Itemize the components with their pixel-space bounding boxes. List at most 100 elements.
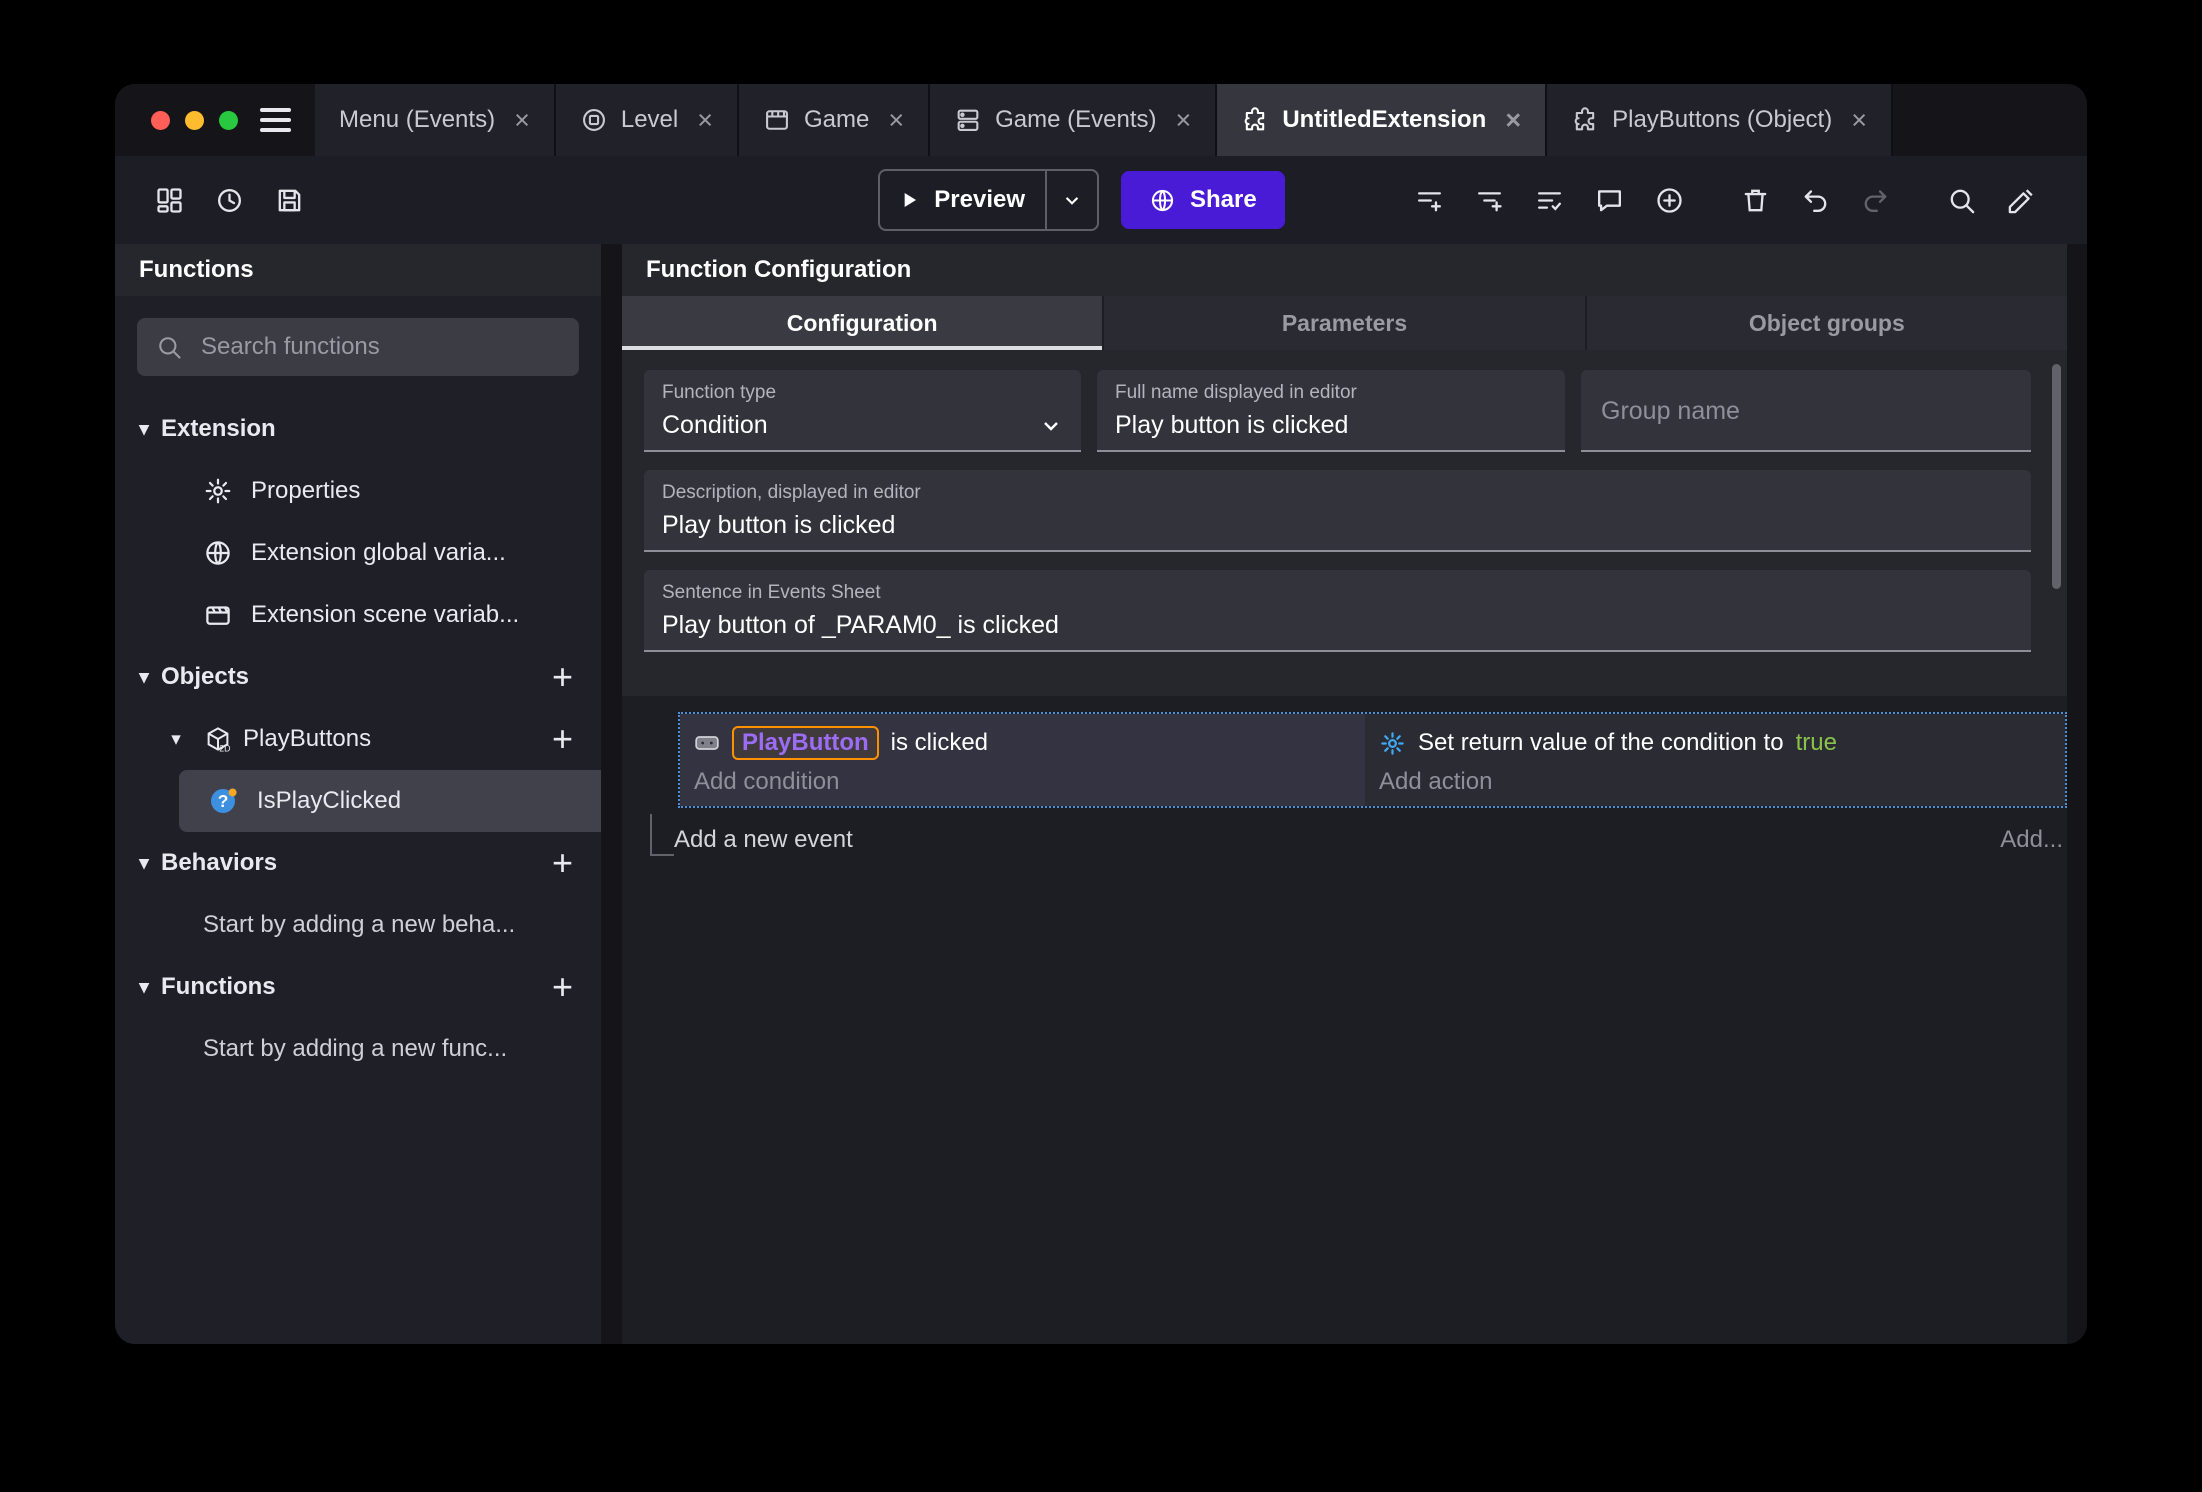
tree-section-objects[interactable]: ▾ Objects + bbox=[115, 646, 601, 708]
search-icon[interactable] bbox=[1937, 176, 1985, 224]
tab-untitled-extension[interactable]: UntitledExtension × bbox=[1217, 84, 1548, 156]
svg-text:?: ? bbox=[218, 791, 229, 811]
tab-object-groups[interactable]: Object groups bbox=[1586, 296, 2067, 350]
tree-section-behaviors[interactable]: ▾ Behaviors + bbox=[115, 832, 601, 894]
close-tab-icon[interactable]: × bbox=[1851, 105, 1867, 136]
functions-tree: ▾ Extension Properties Extension global … bbox=[115, 388, 601, 1344]
tab-configuration[interactable]: Configuration bbox=[622, 296, 1105, 350]
field-value: Play button is clicked bbox=[662, 511, 896, 539]
tab-level[interactable]: Level × bbox=[555, 84, 739, 156]
play-icon bbox=[896, 187, 922, 213]
group-name-field[interactable] bbox=[1581, 370, 2031, 452]
actions-column[interactable]: Set return value of the condition to tru… bbox=[1365, 714, 2065, 806]
main-menu-icon[interactable] bbox=[260, 84, 315, 156]
tab-parameters[interactable]: Parameters bbox=[1104, 296, 1587, 350]
condition-text: is clicked bbox=[890, 729, 989, 756]
tree-item-isplayclicked[interactable]: ? IsPlayClicked bbox=[179, 770, 601, 832]
field-value: Play button of _PARAM0_ is clicked bbox=[662, 611, 1059, 639]
close-window-button[interactable] bbox=[151, 110, 170, 130]
tab-label: Game bbox=[804, 106, 870, 133]
add-behavior-button[interactable]: + bbox=[552, 845, 573, 881]
item-label: IsPlayClicked bbox=[257, 787, 402, 814]
share-button[interactable]: Share bbox=[1121, 171, 1285, 229]
add-event-icon[interactable] bbox=[1405, 176, 1453, 224]
configuration-form: Function type Condition Full name displa… bbox=[622, 350, 2067, 696]
close-tab-icon[interactable]: × bbox=[514, 105, 530, 136]
project-manager-icon[interactable] bbox=[145, 176, 193, 224]
tree-section-functions[interactable]: ▾ Functions + bbox=[115, 956, 601, 1018]
condition-object-chip[interactable]: PlayButton bbox=[732, 726, 879, 760]
caret-down-icon[interactable]: ▾ bbox=[159, 728, 193, 751]
field-value: Play button is clicked bbox=[1115, 411, 1349, 439]
add-other-events-icon[interactable] bbox=[1525, 176, 1573, 224]
conditions-column[interactable]: PlayButton is clicked Add condition bbox=[680, 714, 1365, 806]
condition-question-icon: ? bbox=[207, 785, 239, 817]
tree-item-playbuttons[interactable]: ▾ 2D PlayButtons + bbox=[115, 708, 601, 770]
chevron-down-icon[interactable] bbox=[1047, 187, 1097, 213]
preview-button[interactable]: Preview bbox=[878, 169, 1100, 231]
globe-icon bbox=[1149, 187, 1176, 214]
field-value: Condition bbox=[662, 411, 768, 439]
action-text: Set return value of the condition to bbox=[1418, 729, 1784, 756]
add-circle-icon[interactable] bbox=[1645, 176, 1693, 224]
tab-game-events[interactable]: Game (Events) × bbox=[930, 84, 1218, 156]
edit-icon[interactable] bbox=[1997, 176, 2045, 224]
caret-down-icon[interactable]: ▾ bbox=[127, 666, 161, 689]
toolbar-right-icons bbox=[1405, 176, 2057, 224]
tab-label: Level bbox=[620, 106, 679, 133]
field-label: Description, displayed in editor bbox=[662, 482, 921, 503]
add-function-button[interactable]: + bbox=[552, 969, 573, 1005]
add-more-button[interactable]: Add... bbox=[2000, 826, 2063, 854]
tree-item-global-variables[interactable]: Extension global varia... bbox=[115, 522, 601, 584]
film-icon bbox=[763, 106, 791, 134]
close-tab-icon[interactable]: × bbox=[697, 105, 713, 136]
undo-icon[interactable] bbox=[1791, 176, 1839, 224]
search-icon bbox=[155, 333, 183, 361]
tree-section-extension[interactable]: ▾ Extension bbox=[115, 398, 601, 460]
history-icon[interactable] bbox=[205, 176, 253, 224]
scene-variable-icon bbox=[203, 600, 233, 630]
add-subevent-icon[interactable] bbox=[1465, 176, 1513, 224]
search-input[interactable] bbox=[199, 332, 561, 362]
add-new-event-button[interactable]: Add a new event bbox=[674, 826, 853, 854]
close-tab-icon[interactable]: × bbox=[1176, 105, 1192, 136]
group-name-input[interactable] bbox=[1599, 395, 2013, 427]
sentence-field[interactable]: Sentence in Events Sheet Play button of … bbox=[644, 570, 2031, 652]
tree-item-properties[interactable]: Properties bbox=[115, 460, 601, 522]
description-field[interactable]: Description, displayed in editor Play bu… bbox=[644, 470, 2031, 552]
save-icon[interactable] bbox=[265, 176, 313, 224]
close-tab-icon[interactable]: × bbox=[1505, 105, 1521, 136]
close-tab-icon[interactable]: × bbox=[888, 105, 904, 136]
zoom-window-button[interactable] bbox=[219, 110, 238, 130]
comment-icon[interactable] bbox=[1585, 176, 1633, 224]
tab-playbuttons-object[interactable]: PlayButtons (Object) × bbox=[1547, 84, 1893, 156]
configuration-tabs: Configuration Parameters Object groups bbox=[622, 296, 2067, 350]
event-row[interactable]: PlayButton is clicked Add condition Set … bbox=[678, 712, 2067, 808]
events-sheet: PlayButton is clicked Add condition Set … bbox=[622, 696, 2067, 1344]
chevron-down-icon bbox=[1039, 414, 1063, 438]
section-label: Functions bbox=[161, 973, 276, 1000]
minimize-window-button[interactable] bbox=[185, 110, 204, 130]
panel-title: Function Configuration bbox=[622, 244, 2067, 296]
tree-item-scene-variables[interactable]: Extension scene variab... bbox=[115, 584, 601, 646]
add-object-function-button[interactable]: + bbox=[552, 721, 573, 757]
share-label: Share bbox=[1190, 186, 1257, 213]
delete-icon[interactable] bbox=[1731, 176, 1779, 224]
field-label: Full name displayed in editor bbox=[1115, 382, 1357, 403]
add-condition-button[interactable]: Add condition bbox=[694, 768, 1359, 796]
item-label: Extension global varia... bbox=[251, 539, 506, 566]
form-scrollbar[interactable] bbox=[2052, 364, 2061, 589]
caret-down-icon[interactable]: ▾ bbox=[127, 976, 161, 999]
search-box bbox=[137, 318, 579, 376]
item-label: Properties bbox=[251, 477, 361, 504]
tab-game[interactable]: Game × bbox=[739, 84, 931, 156]
redo-icon[interactable] bbox=[1851, 176, 1899, 224]
caret-down-icon[interactable]: ▾ bbox=[127, 852, 161, 875]
add-action-button[interactable]: Add action bbox=[1379, 768, 2051, 796]
item-label: Extension scene variab... bbox=[251, 601, 520, 628]
tab-menu-events[interactable]: Menu (Events) × bbox=[315, 84, 556, 156]
add-object-button[interactable]: + bbox=[552, 659, 573, 695]
function-type-select[interactable]: Function type Condition bbox=[644, 370, 1081, 452]
full-name-field[interactable]: Full name displayed in editor Play butto… bbox=[1097, 370, 1565, 452]
caret-down-icon[interactable]: ▾ bbox=[127, 418, 161, 441]
